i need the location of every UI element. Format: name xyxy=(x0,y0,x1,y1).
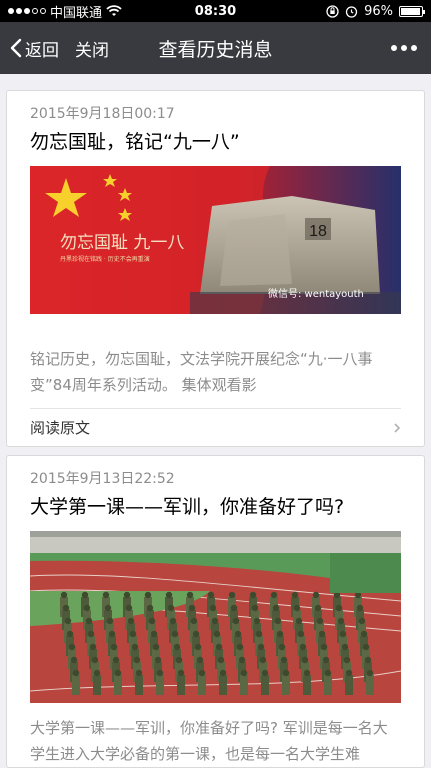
read-more-link[interactable]: 阅读原文 xyxy=(30,408,401,446)
signal-dots-icon xyxy=(8,8,46,14)
battery-percent: 96% xyxy=(364,3,393,19)
image-watermark: 微信号: wentayouth xyxy=(268,287,364,300)
battery-level-fill xyxy=(401,7,421,15)
article-date: 2015年9月13日22:52 xyxy=(30,471,175,487)
article-card[interactable]: 2015年9月13日22:52 大学第一课——军训，你准备好了吗? 大学第一课—… xyxy=(6,455,425,768)
battery-icon xyxy=(399,5,425,17)
close-button[interactable]: 关闭 xyxy=(75,36,109,61)
rotation-lock-icon xyxy=(326,4,339,18)
status-left: 中国联通 xyxy=(8,2,326,21)
more-dots-icon[interactable] xyxy=(391,45,431,51)
article-title[interactable]: 大学第一课——军训，你准备好了吗? xyxy=(30,494,401,520)
back-button[interactable]: 返回 xyxy=(0,36,59,61)
status-bar: 中国联通 08:30 96% xyxy=(0,0,431,22)
article-cover-image[interactable] xyxy=(30,531,401,703)
article-date: 2015年9月18日00:17 xyxy=(30,106,175,122)
back-label: 返回 xyxy=(25,40,59,61)
article-summary: 铭记历史，勿忘国耻，文法学院开展纪念“九·一八事变”84周年系列活动。 集体观看… xyxy=(30,350,373,394)
message-history-list: 2015年9月18日00:17 勿忘国耻，铭记“九一八” 18 勿忘国耻 九一八… xyxy=(0,74,431,768)
image-number: 18 xyxy=(309,223,327,240)
carrier-label: 中国联通 xyxy=(50,5,103,21)
article-title[interactable]: 勿忘国耻，铭记“九一八” xyxy=(30,129,401,155)
image-subcaption: 丹黑珍视在铭践 · 历史不会再重演 xyxy=(60,255,150,263)
alarm-icon xyxy=(345,5,358,18)
page-title: 查看历史消息 xyxy=(158,38,273,61)
read-more-label: 阅读原文 xyxy=(30,419,91,437)
article-cover-image[interactable]: 18 勿忘国耻 九一八 丹黑珍视在铭践 · 历史不会再重演 微信号: wenta… xyxy=(30,166,401,314)
wifi-icon xyxy=(106,5,122,16)
chevron-left-icon xyxy=(10,38,22,58)
nav-bar: 返回 关闭 查看历史消息 xyxy=(0,22,431,74)
chevron-right-icon xyxy=(394,422,401,433)
image-caption: 勿忘国耻 九一八 xyxy=(60,233,184,253)
article-summary: 大学第一课——军训，你准备好了吗? 军训是每一名大学生进入大学必备的第一课，也是… xyxy=(30,719,388,763)
status-right: 96% xyxy=(326,3,425,19)
article-card[interactable]: 2015年9月18日00:17 勿忘国耻，铭记“九一八” 18 勿忘国耻 九一八… xyxy=(6,90,425,447)
